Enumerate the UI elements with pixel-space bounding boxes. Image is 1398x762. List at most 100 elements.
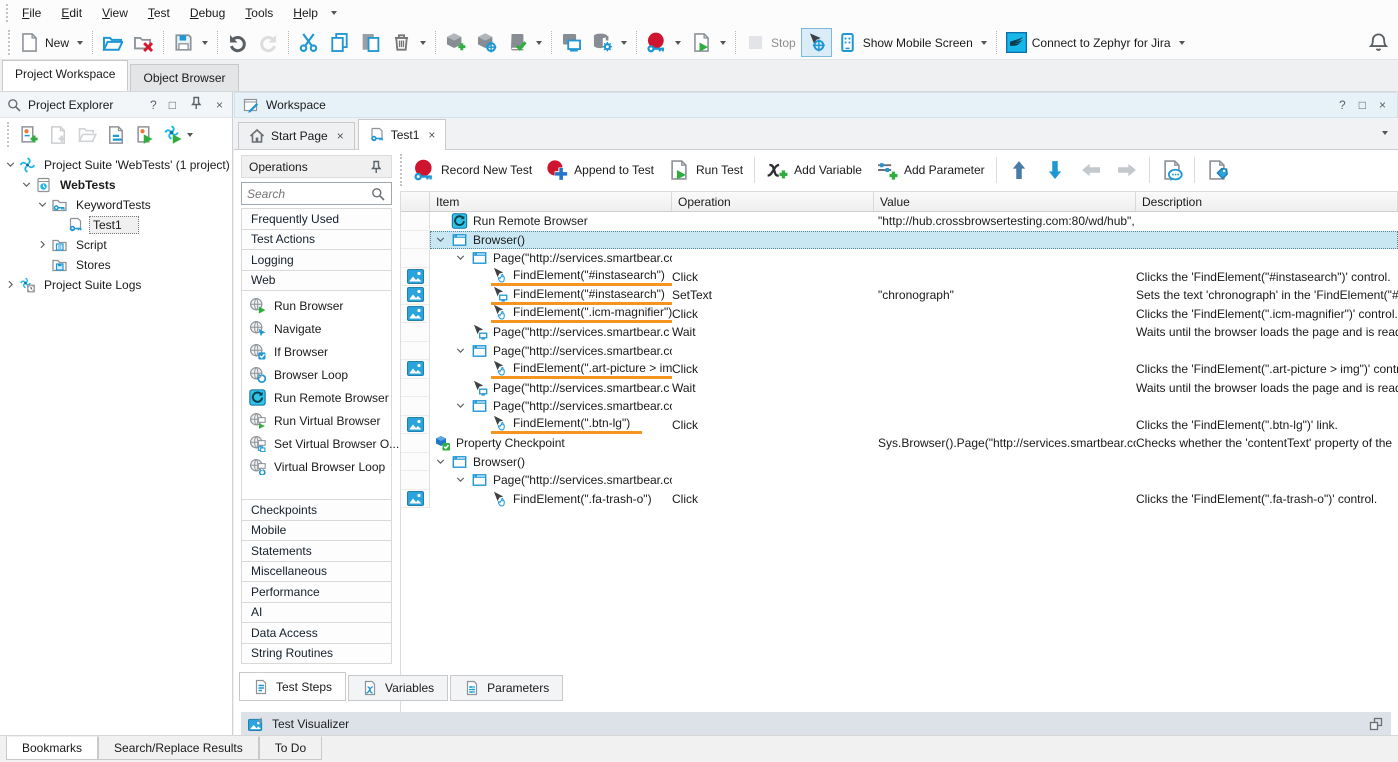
pe-add-button[interactable] [16, 122, 42, 148]
operations-group-logging[interactable]: Logging [241, 249, 392, 271]
dropdown-caret-icon[interactable] [720, 41, 726, 45]
operations-group-string-routines[interactable]: String Routines [241, 643, 392, 665]
visualizer-cell[interactable] [401, 416, 430, 435]
dropdown-caret-icon[interactable] [420, 41, 426, 45]
pe-run-suite-button[interactable] [161, 122, 196, 148]
dropdown-caret-icon[interactable] [1179, 41, 1185, 45]
tab-variables[interactable]: Variables [348, 675, 448, 701]
tree-item-script[interactable]: Script [0, 235, 232, 255]
tree-chevron-icon[interactable] [36, 238, 51, 252]
test-step-row[interactable]: FindElement(".fa-trash-o")ClickClicks th… [401, 490, 1398, 509]
toolbar-mobile-button[interactable]: Show Mobile Screen [832, 28, 992, 57]
row-chevron-icon[interactable] [454, 473, 471, 487]
column-item[interactable]: Item [430, 192, 672, 211]
test-step-row[interactable]: Page("http://services.smartbear.com/samp… [401, 342, 1398, 361]
test-step-row[interactable]: FindElement(".btn-lg")ClickClicks the 'F… [401, 416, 1398, 435]
dropdown-caret-icon[interactable] [331, 11, 337, 15]
toolbar-copy-button[interactable] [324, 28, 355, 57]
operations-group-checkpoints[interactable]: Checkpoints [241, 499, 392, 521]
test-step-row[interactable]: FindElement("#instasearch")SetText"chron… [401, 286, 1398, 305]
operations-group-mobile[interactable]: Mobile [241, 520, 392, 542]
tree-chevron-icon[interactable] [36, 198, 51, 212]
help-button[interactable]: ? [147, 98, 160, 112]
help-button[interactable]: ? [1336, 98, 1349, 112]
tree-item-stores[interactable]: Stores [0, 255, 232, 275]
operation-run-remote-browser[interactable]: Run Remote Browser [242, 386, 391, 409]
toolbar-new-doc-button[interactable]: New [14, 28, 88, 57]
test-step-row[interactable]: Browser() [401, 231, 1398, 250]
page-tag-button[interactable] [1199, 159, 1235, 181]
operations-group-ai[interactable]: AI [241, 602, 392, 624]
test-step-row[interactable]: Page("http://services.smartbear.com/samp… [401, 397, 1398, 416]
test-step-row[interactable]: Page("http://services.smartbear.com/samp… [401, 249, 1398, 268]
menu-test[interactable]: Test [138, 2, 180, 24]
pin-button[interactable] [185, 95, 207, 114]
operations-group-statements[interactable]: Statements [241, 540, 392, 562]
menu-view[interactable]: View [92, 2, 138, 24]
tab-test-steps[interactable]: Test Steps [239, 672, 346, 701]
toolbar-zephyr-button[interactable]: Connect to Zephyr for Jira [1001, 28, 1190, 57]
test-step-row[interactable]: Page("http://services.smartbear.cWaitWai… [401, 323, 1398, 342]
operation-if-browser[interactable]: If Browser [242, 340, 391, 363]
test-step-row[interactable]: FindElement("#instasearch")ClickClicks t… [401, 268, 1398, 287]
drag-grip[interactable] [6, 4, 8, 22]
dropdown-caret-icon[interactable] [675, 41, 681, 45]
operations-group-performance[interactable]: Performance [241, 581, 392, 603]
dropdown-caret-icon[interactable] [981, 41, 987, 45]
dropdown-caret-icon[interactable] [202, 41, 208, 45]
drag-grip[interactable] [7, 122, 9, 147]
operations-group-test-actions[interactable]: Test Actions [241, 229, 392, 251]
menu-help[interactable]: Help [283, 2, 328, 24]
dropdown-caret-icon[interactable] [187, 133, 193, 137]
pe-new-button[interactable] [45, 122, 71, 148]
row-chevron-icon[interactable] [454, 344, 471, 358]
operations-group-frequently-used[interactable]: Frequently Used [241, 208, 392, 230]
row-chevron-icon[interactable] [434, 233, 451, 247]
toolbar-undo-button[interactable] [222, 28, 253, 57]
pe-open-button[interactable] [74, 122, 100, 148]
menu-file[interactable]: File [12, 2, 51, 24]
sliders-plus-button[interactable]: Add Parameter [869, 159, 992, 181]
visualizer-cell[interactable] [401, 305, 430, 324]
drag-grip[interactable] [400, 154, 402, 186]
toolbar-cube-add-button[interactable] [440, 28, 471, 57]
toolbar-cube-spy-button[interactable] [471, 28, 502, 57]
test-step-row[interactable]: Page("http://services.smartbear.com/samp… [401, 471, 1398, 490]
test-step-row[interactable]: Browser() [401, 453, 1398, 472]
row-chevron-icon[interactable] [454, 399, 471, 413]
operations-group-data-access[interactable]: Data Access [241, 622, 392, 644]
status-tab-search-replace-results[interactable]: Search/Replace Results [98, 736, 259, 760]
visualizer-cell[interactable] [401, 490, 430, 509]
menu-debug[interactable]: Debug [180, 2, 235, 24]
toolbar-close-folder-button[interactable] [128, 28, 159, 57]
toolbar-redo-button[interactable] [253, 28, 284, 57]
toolbar-paste-button[interactable] [355, 28, 386, 57]
close-button[interactable]: × [1376, 98, 1389, 112]
operation-run-virtual-browser[interactable]: Run Virtual Browser [242, 409, 391, 432]
append-button[interactable]: Append to Test [539, 159, 661, 181]
close-tab-icon[interactable]: × [428, 128, 435, 142]
visualizer-cell[interactable] [401, 286, 430, 305]
row-chevron-icon[interactable] [434, 455, 451, 469]
search-input[interactable] [247, 187, 370, 201]
test-step-row[interactable]: Run Remote Browser"http://hub.crossbrows… [401, 212, 1398, 231]
pe-run-button[interactable] [132, 122, 158, 148]
tree-item-keywordtests[interactable]: KeywordTests [0, 195, 232, 215]
tree-item-project-suite-logs[interactable]: Project Suite Logs [0, 275, 232, 295]
toolbar-cut-button[interactable] [293, 28, 324, 57]
dropdown-caret-icon[interactable] [77, 41, 83, 45]
column-value[interactable]: Value [874, 192, 1136, 211]
magnifier-icon[interactable] [370, 186, 386, 202]
column-operation[interactable]: Operation [672, 192, 874, 211]
dropdown-caret-icon[interactable] [536, 41, 542, 45]
tree-item-project-suite-webtests-1-project-[interactable]: Project Suite 'WebTests' (1 project) [0, 155, 232, 175]
test-step-row[interactable]: Page("http://services.smartbear.cWaitWai… [401, 379, 1398, 398]
drag-grip[interactable] [8, 30, 10, 55]
run-page-button[interactable]: Run Test [661, 159, 750, 181]
notifications-button[interactable] [1363, 28, 1394, 57]
close-button[interactable]: × [213, 98, 226, 112]
page-comment-button[interactable] [1154, 159, 1190, 181]
toolbar-open-folder-button[interactable] [97, 28, 128, 57]
tab-project-workspace[interactable]: Project Workspace [2, 60, 128, 91]
toolbar-save-button[interactable] [168, 28, 213, 57]
